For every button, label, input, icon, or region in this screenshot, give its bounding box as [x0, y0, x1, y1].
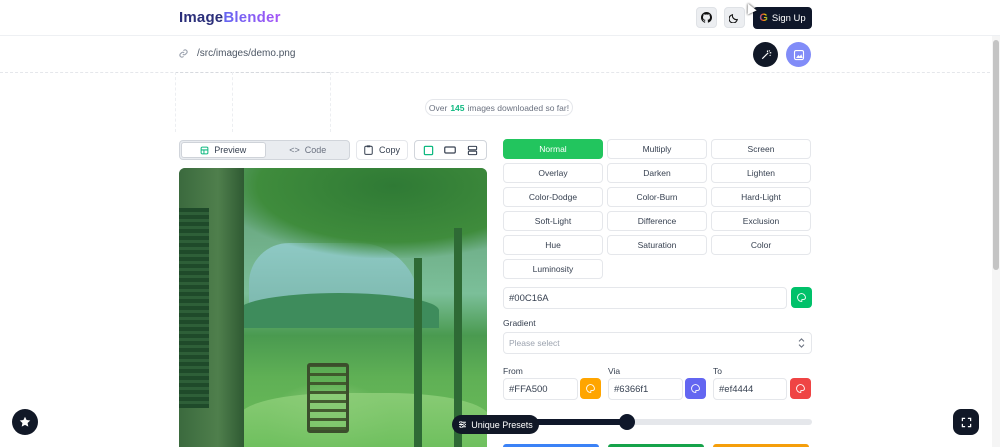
divider: [175, 72, 330, 73]
signup-label: Sign Up: [771, 12, 806, 24]
via-color-value: #6366f1: [614, 383, 649, 395]
via-label: Via: [608, 366, 621, 376]
blend-color-input[interactable]: #00C16A: [503, 287, 787, 309]
blend-mode-screen-button[interactable]: Screen: [711, 139, 811, 159]
chevron-updown-icon: [798, 338, 805, 348]
blend-color-picker[interactable]: [791, 287, 812, 308]
blend-mode-color-dodge-button[interactable]: Color-Dodge: [503, 187, 603, 207]
favorite-button[interactable]: [12, 409, 38, 435]
clipboard-icon: [364, 145, 373, 155]
fullscreen-icon: [961, 417, 971, 427]
blend-mode-normal-button[interactable]: Normal: [503, 139, 603, 159]
palette-icon: [586, 384, 595, 393]
square-layout-icon[interactable]: [423, 145, 434, 156]
photo-lawn: [239, 393, 487, 447]
blend-mode-exclusion-button[interactable]: Exclusion: [711, 211, 811, 231]
palette-icon: [797, 293, 806, 302]
app-logo[interactable]: ImageBlender: [179, 9, 281, 26]
divider: [0, 72, 1000, 73]
image-url-row: /src/images/demo.png: [178, 48, 295, 59]
google-icon: G: [759, 12, 768, 24]
tab-code-label: Code: [304, 145, 327, 155]
photo-pergola-vines: [219, 168, 487, 258]
palette-icon: [691, 384, 700, 393]
to-color-value: #ef4444: [719, 383, 754, 395]
divider: [330, 72, 331, 132]
counter-suffix: images downloaded so far!: [467, 102, 570, 113]
signup-button[interactable]: G Sign Up: [753, 7, 812, 29]
from-color-value: #FFA500: [509, 383, 548, 395]
slider-thumb[interactable]: [618, 414, 635, 430]
blend-color-value: #00C16A: [509, 292, 549, 304]
wide-layout-icon[interactable]: [444, 145, 457, 155]
logo-text-blender: Blender: [223, 9, 281, 26]
tab-code[interactable]: <> Code: [267, 141, 350, 159]
blend-mode-color-burn-button[interactable]: Color-Burn: [607, 187, 707, 207]
from-label: From: [503, 366, 523, 376]
code-icon: <>: [289, 145, 300, 155]
image-icon: [793, 49, 804, 60]
copy-label: Copy: [378, 145, 400, 155]
via-color-picker[interactable]: [685, 378, 706, 399]
photo-post: [414, 258, 422, 447]
blend-mode-difference-button[interactable]: Difference: [607, 211, 707, 231]
tab-preview-label: Preview: [214, 145, 247, 155]
from-color-input[interactable]: #FFA500: [503, 378, 578, 400]
github-icon: [701, 12, 712, 23]
blend-mode-overlay-button[interactable]: Overlay: [503, 163, 603, 183]
blend-mode-soft-light-button[interactable]: Soft-Light: [503, 211, 603, 231]
to-color-picker[interactable]: [790, 378, 811, 399]
palette-icon: [796, 384, 805, 393]
counter-count: 145: [450, 102, 465, 113]
star-icon: [19, 416, 31, 427]
photo-hills: [239, 293, 439, 328]
gradient-label: Gradient: [503, 318, 536, 328]
blend-mode-luminosity-button[interactable]: Luminosity: [503, 259, 603, 279]
magic-wand-button[interactable]: [753, 42, 778, 67]
blend-mode-saturation-button[interactable]: Saturation: [607, 235, 707, 255]
preview-icon: [200, 146, 209, 154]
to-label: To: [713, 366, 722, 376]
scrollbar-thumb[interactable]: [993, 40, 999, 270]
gradient-select[interactable]: Please select: [503, 332, 812, 354]
stacked-layout-icon[interactable]: [467, 145, 478, 156]
counter-prefix: Over: [428, 102, 448, 113]
from-color-picker[interactable]: [580, 378, 601, 399]
moon-icon: [729, 14, 738, 23]
gradient-select-placeholder: Please select: [509, 338, 560, 348]
blend-mode-grid: Normal Multiply Screen Overlay Darken Lighten…: [503, 139, 813, 279]
blend-mode-lighten-button[interactable]: Lighten: [711, 163, 811, 183]
logo-text-image: Image: [179, 9, 224, 26]
blend-mode-color-button[interactable]: Color: [711, 235, 811, 255]
fullscreen-button[interactable]: [953, 409, 979, 435]
top-navbar: ImageBlender G Sign Up: [0, 0, 1000, 36]
github-button[interactable]: [696, 7, 717, 28]
view-tabs: Preview <> Code: [179, 140, 350, 160]
image-path-input[interactable]: /src/images/demo.png: [197, 48, 295, 59]
layout-toggle-group: [414, 140, 487, 160]
sliders-icon: [459, 420, 467, 429]
unique-presets-button[interactable]: Unique Presets: [452, 415, 539, 434]
blend-mode-multiply-button[interactable]: Multiply: [607, 139, 707, 159]
opacity-slider[interactable]: [503, 414, 812, 430]
blend-mode-hue-button[interactable]: Hue: [503, 235, 603, 255]
copy-button[interactable]: Copy: [356, 140, 408, 160]
to-color-input[interactable]: #ef4444: [713, 378, 787, 400]
presets-label: Unique Presets: [471, 419, 533, 430]
blended-preview-image: [179, 168, 487, 447]
upload-image-button[interactable]: [786, 42, 811, 67]
theme-toggle-button[interactable]: [724, 7, 745, 28]
magic-wand-icon: [761, 49, 771, 59]
photo-chair: [307, 363, 349, 433]
blend-mode-hard-light-button[interactable]: Hard-Light: [711, 187, 811, 207]
link-icon: [179, 49, 188, 58]
divider: [232, 72, 233, 132]
blend-mode-darken-button[interactable]: Darken: [607, 163, 707, 183]
via-color-input[interactable]: #6366f1: [608, 378, 683, 400]
divider: [175, 72, 176, 132]
photo-shutter: [179, 208, 209, 408]
downloads-counter: Over 145 images downloaded so far!: [425, 99, 573, 116]
tab-preview[interactable]: Preview: [181, 142, 266, 158]
